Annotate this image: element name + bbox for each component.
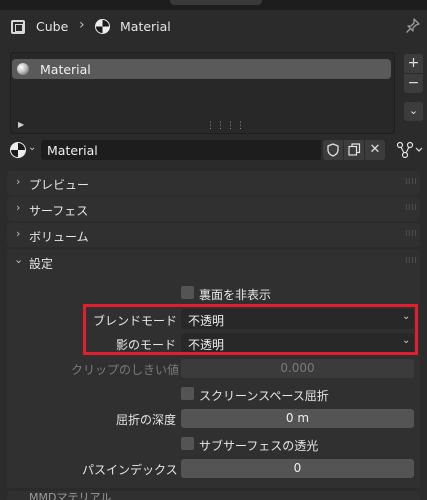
- pin-icon[interactable]: [405, 17, 421, 35]
- breadcrumb-object-label: Cube: [36, 19, 69, 34]
- panel-preview-label: プレビュー: [29, 178, 90, 192]
- highlight-annotation-box: [83, 304, 418, 355]
- refraction-depth-field[interactable]: 0 m: [181, 409, 414, 428]
- slot-specials-menu-button[interactable]: ⌄: [404, 102, 423, 121]
- chevron-right-icon: ›: [16, 201, 21, 214]
- top-tab-handle[interactable]: [170, 0, 262, 5]
- material-slot-label: Material: [40, 62, 91, 77]
- unlink-material-close-icon[interactable]: ✕: [365, 140, 385, 160]
- browse-chevron-down-icon[interactable]: ⌄: [28, 142, 36, 153]
- expand-play-icon[interactable]: ▶: [18, 120, 24, 129]
- browse-material-icon[interactable]: [10, 142, 26, 158]
- panel-settings[interactable]: [7, 250, 420, 274]
- material-sphere-icon: [17, 63, 29, 75]
- material-icon: [95, 19, 110, 34]
- add-slot-button[interactable]: +: [404, 54, 423, 73]
- drag-grip-icon[interactable]: ⁝⁝⁝⁝: [405, 203, 417, 212]
- panel-surface-label: サーフェス: [29, 204, 89, 218]
- chevron-down-icon: ⌄: [14, 253, 24, 266]
- subsurface-translucency-label: サブサーフェスの透光: [199, 439, 319, 453]
- material-name-value: Material: [47, 143, 98, 158]
- screen-space-refraction-label: スクリーンスペース屈折: [199, 389, 329, 403]
- panel-volume-label: ボリューム: [29, 230, 89, 244]
- screen-space-refraction-checkbox[interactable]: [181, 387, 194, 400]
- drag-grip-icon[interactable]: ⁝⁝⁝⁝: [405, 256, 417, 265]
- remove-slot-button[interactable]: −: [404, 74, 423, 93]
- panel-mmd-material-label: MMDマテリアル: [29, 491, 112, 500]
- clip-threshold-label: クリップのしきい値: [71, 363, 180, 377]
- drag-grip-icon[interactable]: ⁝⁝⁝⁝: [405, 177, 417, 186]
- node-tree-icon[interactable]: [396, 141, 424, 159]
- duplicate-material-icon[interactable]: [344, 140, 364, 160]
- backface-culling-label: 裏面を非表示: [199, 288, 272, 302]
- fake-user-shield-icon[interactable]: [323, 140, 343, 160]
- backface-culling-checkbox[interactable]: [181, 286, 194, 299]
- subsurface-translucency-checkbox[interactable]: [181, 437, 194, 450]
- chevron-right-icon: ›: [16, 227, 21, 240]
- breadcrumb-material-label: Material: [120, 19, 171, 34]
- pass-index-field[interactable]: 0: [181, 459, 414, 478]
- pass-index-label: パスインデックス: [82, 463, 178, 477]
- list-resize-grip-icon[interactable]: ⋮⋮⋮⋮: [206, 121, 246, 131]
- breadcrumb-chevron-right-icon: ›: [79, 17, 85, 33]
- refraction-depth-label: 屈折の深度: [116, 413, 177, 427]
- object-cube-icon: [11, 20, 25, 34]
- drag-grip-icon[interactable]: ⁝⁝⁝⁝: [405, 229, 417, 238]
- panel-settings-label: 設定: [29, 257, 54, 271]
- clip-threshold-field[interactable]: 0.000: [181, 359, 414, 378]
- chevron-right-icon: ›: [16, 175, 21, 188]
